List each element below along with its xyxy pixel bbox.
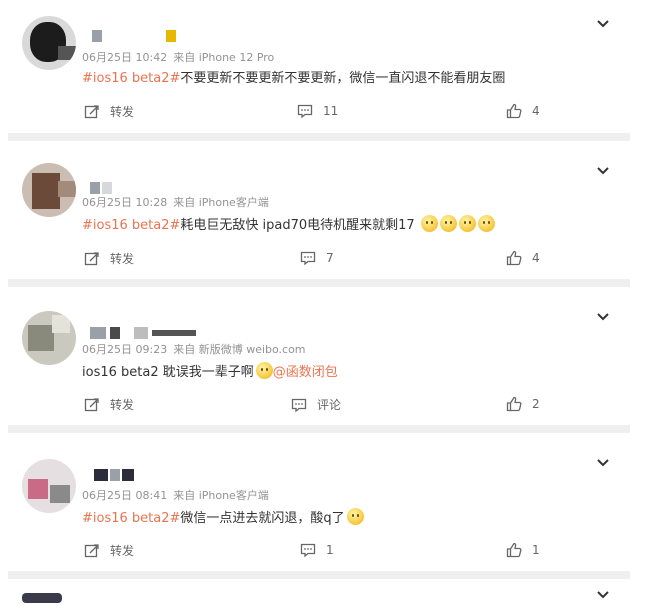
topic-tag[interactable]: #ios16 beta2# [82, 218, 180, 233]
post-body: ios16 beta2 耽误我一辈子啊 [82, 365, 254, 380]
like-count: 4 [532, 251, 540, 265]
like-button[interactable]: 4 [506, 103, 540, 119]
topic-tag[interactable]: #ios16 beta2# [82, 511, 180, 526]
chevron-down-icon[interactable] [596, 307, 610, 321]
post-date: 06月25日 08:41 [82, 489, 168, 502]
chevron-down-icon[interactable] [596, 585, 610, 599]
comment-count: 11 [323, 104, 339, 118]
post-meta: 06月25日 10:28 来自 iPhone客户端 [82, 194, 275, 210]
post-date: 06月25日 10:42 [82, 51, 168, 64]
separator [8, 425, 630, 433]
like-count: 1 [532, 543, 540, 557]
post-body: 微信一点进去就闪退，酸q了 [180, 511, 345, 526]
like-icon [506, 542, 522, 558]
post-body: 不要更新不要更新不要更新，微信一直闪退不能看朋友圈 [180, 71, 506, 86]
separator [8, 279, 630, 287]
repost-button[interactable]: 转发 [84, 103, 134, 120]
post-date: 06月25日 09:23 [82, 343, 168, 356]
like-icon [506, 250, 522, 266]
emoji-icon [439, 215, 457, 232]
post-meta: 06月25日 08:41 来自 iPhone客户端 [82, 487, 275, 503]
comment-icon [297, 103, 313, 119]
repost-label: 转发 [110, 544, 135, 558]
like-count: 4 [532, 104, 540, 118]
repost-button[interactable]: 转发 [84, 396, 134, 413]
comment-count: 7 [326, 251, 334, 265]
comment-button[interactable]: 1 [300, 542, 334, 558]
post-source: 来自 新版微博 weibo.com [173, 343, 306, 356]
post-text: #ios16 beta2#微信一点进去就闪退，酸q了 [82, 507, 364, 526]
mention-link[interactable]: @函数闭包 [273, 365, 338, 380]
comment-button[interactable]: 评论 [291, 396, 341, 413]
avatar[interactable] [22, 459, 76, 513]
repost-icon [84, 397, 100, 413]
post-text: #ios16 beta2#不要更新不要更新不要更新，微信一直闪退不能看朋友圈 [82, 67, 505, 86]
repost-button[interactable]: 转发 [84, 250, 134, 267]
post-text: ios16 beta2 耽误我一辈子啊 @函数闭包 [82, 361, 338, 380]
post-source: 来自 iPhone 12 Pro [173, 51, 275, 64]
topic-tag[interactable]: #ios16 beta2# [82, 71, 180, 86]
like-icon [506, 103, 522, 119]
post-body: 耗电巨无敌快 ipad70电待机醒来就剩17 [180, 218, 415, 233]
post-source: 来自 iPhone客户端 [173, 489, 269, 502]
emoji-icon [477, 215, 495, 232]
comment-icon [300, 542, 316, 558]
post-2: 06月25日 10:28 来自 iPhone客户端 #ios16 beta2#耗电… [0, 141, 630, 279]
like-count: 2 [532, 397, 540, 411]
emoji-icon [255, 362, 273, 379]
post-date: 06月25日 10:28 [82, 196, 168, 209]
avatar[interactable] [22, 593, 62, 603]
post-4: 06月25日 08:41 来自 iPhone客户端 #ios16 beta2#微信… [0, 433, 630, 571]
like-button[interactable]: 2 [506, 396, 540, 412]
comment-count: 1 [326, 543, 334, 557]
repost-label: 转发 [110, 105, 135, 119]
separator [8, 571, 630, 579]
comment-button[interactable]: 7 [300, 250, 334, 266]
post-1: 06月25日 10:42 来自 iPhone 12 Pro #ios16 beta… [0, 0, 630, 131]
post-source: 来自 iPhone客户端 [173, 196, 269, 209]
like-button[interactable]: 4 [506, 250, 540, 266]
repost-icon [84, 251, 100, 267]
repost-button[interactable]: 转发 [84, 542, 134, 559]
comment-icon [291, 397, 307, 413]
emoji-icon [458, 215, 476, 232]
comment-label: 评论 [317, 398, 342, 412]
repost-label: 转发 [110, 398, 135, 412]
like-icon [506, 396, 522, 412]
avatar[interactable] [22, 16, 76, 70]
chevron-down-icon[interactable] [596, 453, 610, 467]
post-meta: 06月25日 10:42 来自 iPhone 12 Pro [82, 49, 280, 65]
chevron-down-icon[interactable] [596, 14, 610, 28]
repost-label: 转发 [110, 252, 135, 266]
repost-icon [84, 104, 100, 120]
emoji-icon [420, 215, 438, 232]
separator [8, 133, 630, 141]
like-button[interactable]: 1 [506, 542, 540, 558]
comment-button[interactable]: 11 [297, 103, 338, 119]
chevron-down-icon[interactable] [596, 161, 610, 175]
comment-icon [300, 250, 316, 266]
repost-icon [84, 543, 100, 559]
post-meta: 06月25日 09:23 来自 新版微博 weibo.com [82, 341, 312, 357]
emoji-icon [346, 508, 364, 525]
avatar[interactable] [22, 163, 76, 217]
post-text: #ios16 beta2#耗电巨无敌快 ipad70电待机醒来就剩17 [82, 214, 495, 233]
post-5-partial [0, 579, 630, 603]
post-3: 06月25日 09:23 来自 新版微博 weibo.com ios16 beta… [0, 287, 630, 425]
avatar[interactable] [22, 311, 76, 365]
